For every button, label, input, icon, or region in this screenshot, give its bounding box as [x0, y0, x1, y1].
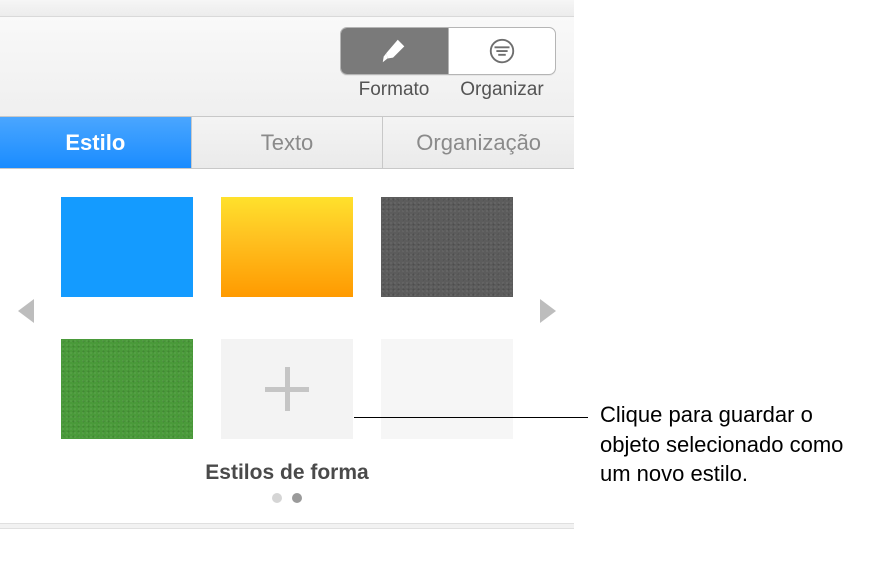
format-button[interactable] [341, 28, 448, 74]
add-style-button[interactable] [221, 339, 353, 439]
tab-arrange[interactable]: Organização [383, 117, 574, 168]
arrange-icon [487, 36, 517, 66]
tab-text[interactable]: Texto [192, 117, 384, 168]
styles-prev-arrow[interactable] [18, 299, 34, 323]
shape-styles-caption: Estilos de forma [60, 461, 514, 485]
arrange-button[interactable] [448, 28, 556, 74]
inspector-tabs: Estilo Texto Organização [0, 117, 574, 169]
style-swatch-blue[interactable] [61, 197, 193, 297]
window-chrome [0, 0, 574, 17]
pager-dot-1[interactable] [272, 493, 282, 503]
style-swatch-grid [60, 197, 514, 439]
style-swatch-yellow-gradient[interactable] [221, 197, 353, 297]
callout-text: Clique para guardar o objeto selecionado… [600, 400, 868, 489]
callout-leader-line [354, 417, 588, 418]
section-divider [0, 523, 574, 529]
styles-next-arrow[interactable] [540, 299, 556, 323]
arrange-label: Organizar [448, 79, 556, 101]
segmented-control [340, 27, 556, 75]
inspector-panel: Formato Organizar Estilo Texto Organizaç… [0, 0, 574, 588]
paintbrush-icon [379, 36, 409, 66]
style-swatch-green-texture[interactable] [61, 339, 193, 439]
style-swatch-gray-texture[interactable] [381, 197, 513, 297]
segmented-labels: Formato Organizar [340, 79, 556, 101]
pager-dot-2[interactable] [292, 493, 302, 503]
plus-icon [265, 367, 309, 411]
shape-styles-area: Estilos de forma [0, 169, 574, 513]
styles-pager [60, 493, 514, 503]
format-arrange-segment: Formato Organizar [340, 27, 556, 101]
tab-style[interactable]: Estilo [0, 117, 192, 168]
toolbar: Formato Organizar [0, 17, 574, 117]
format-label: Formato [340, 79, 448, 101]
style-swatch-empty[interactable] [381, 339, 513, 439]
